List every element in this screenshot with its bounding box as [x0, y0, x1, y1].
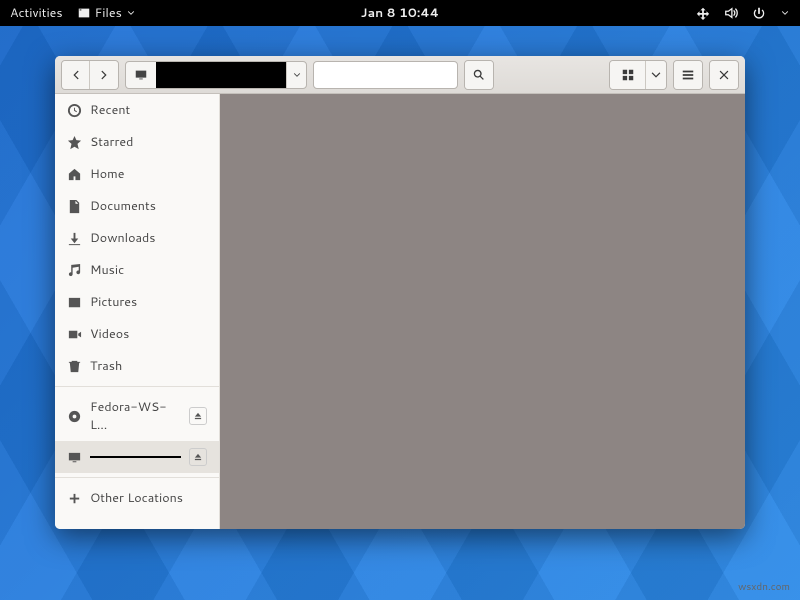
path-bar[interactable]: [125, 61, 307, 89]
home-icon: [67, 167, 82, 182]
chevron-right-icon: [97, 68, 111, 82]
view-dropdown[interactable]: [646, 61, 666, 89]
app-menu-label: Files: [95, 4, 122, 22]
sidebar-item-music[interactable]: Music: [55, 254, 219, 286]
eject-button[interactable]: [189, 448, 207, 466]
sidebar-item-label: Music: [90, 261, 124, 279]
sidebar-item-home[interactable]: Home: [55, 158, 219, 190]
chevron-down-icon: [126, 8, 136, 18]
location-entry[interactable]: [313, 61, 458, 89]
chevron-down-icon: [780, 8, 790, 18]
chevron-down-icon: [649, 68, 663, 82]
document-icon: [67, 199, 82, 214]
computer-icon: [134, 68, 148, 82]
eject-icon: [193, 411, 203, 421]
back-button[interactable]: [62, 61, 90, 89]
sidebar-item-downloads[interactable]: Downloads: [55, 222, 219, 254]
sidebar-other-locations[interactable]: Other Locations: [55, 482, 219, 514]
network-icon: [696, 6, 710, 20]
content-view[interactable]: [220, 94, 745, 529]
nav-buttons: [61, 60, 119, 90]
search-button[interactable]: [465, 61, 493, 89]
sidebar-item-pictures[interactable]: Pictures: [55, 286, 219, 318]
trash-icon: [67, 359, 82, 374]
close-button[interactable]: [710, 61, 738, 89]
sidebar-item-recent[interactable]: Recent: [55, 94, 219, 126]
sidebar-device-current[interactable]: [55, 441, 219, 473]
sidebar-item-label: Recent: [90, 101, 130, 119]
places-sidebar: Recent Starred Home Documents Downloads …: [55, 94, 220, 529]
sidebar-item-label: Trash: [90, 357, 122, 375]
path-current[interactable]: [156, 62, 286, 88]
eject-icon: [193, 452, 203, 462]
sidebar-item-label: Home: [90, 165, 124, 183]
video-icon: [67, 327, 82, 342]
volume-icon: [724, 6, 738, 20]
grid-icon: [621, 68, 635, 82]
disc-icon: [67, 409, 82, 424]
eject-button[interactable]: [189, 407, 207, 425]
sidebar-item-label: [90, 456, 181, 458]
sidebar-separator: [55, 477, 219, 478]
sidebar-separator: [55, 386, 219, 387]
files-icon: [77, 6, 91, 20]
music-icon: [67, 263, 82, 278]
sidebar-item-label: Documents: [90, 197, 156, 215]
system-status-area[interactable]: [696, 6, 790, 20]
view-controls: [609, 60, 667, 90]
sidebar-item-label: Starred: [90, 133, 133, 151]
sidebar-item-label: Downloads: [90, 229, 155, 247]
chevron-left-icon: [69, 68, 83, 82]
gnome-topbar: Activities Files Jan 8 10:44: [0, 0, 800, 26]
sidebar-item-trash[interactable]: Trash: [55, 350, 219, 382]
sidebar-item-label: Fedora-WS-L…: [90, 398, 181, 434]
download-icon: [67, 231, 82, 246]
app-menu[interactable]: Files: [77, 4, 136, 22]
view-grid-button[interactable]: [610, 61, 646, 89]
close-icon: [717, 68, 731, 82]
headerbar: [55, 56, 745, 94]
watermark: wsxdn.com: [738, 580, 790, 594]
star-icon: [67, 135, 82, 150]
path-root[interactable]: [126, 62, 156, 88]
path-dropdown[interactable]: [286, 62, 306, 88]
plus-icon: [67, 491, 82, 506]
computer-icon: [67, 450, 82, 465]
sidebar-item-label: Other Locations: [90, 489, 183, 507]
sidebar-item-starred[interactable]: Starred: [55, 126, 219, 158]
clock[interactable]: Jan 8 10:44: [361, 4, 439, 22]
files-window: Recent Starred Home Documents Downloads …: [55, 56, 745, 529]
sidebar-item-label: Videos: [90, 325, 129, 343]
menu-icon: [681, 68, 695, 82]
sidebar-item-videos[interactable]: Videos: [55, 318, 219, 350]
clock-icon: [67, 103, 82, 118]
sidebar-item-documents[interactable]: Documents: [55, 190, 219, 222]
search-icon: [472, 68, 486, 82]
sidebar-device-fedora[interactable]: Fedora-WS-L…: [55, 391, 219, 441]
hamburger-menu[interactable]: [674, 61, 702, 89]
forward-button[interactable]: [90, 61, 118, 89]
activities-button[interactable]: Activities: [10, 4, 63, 22]
picture-icon: [67, 295, 82, 310]
sidebar-item-label: Pictures: [90, 293, 137, 311]
chevron-down-icon: [292, 70, 302, 80]
power-icon: [752, 6, 766, 20]
